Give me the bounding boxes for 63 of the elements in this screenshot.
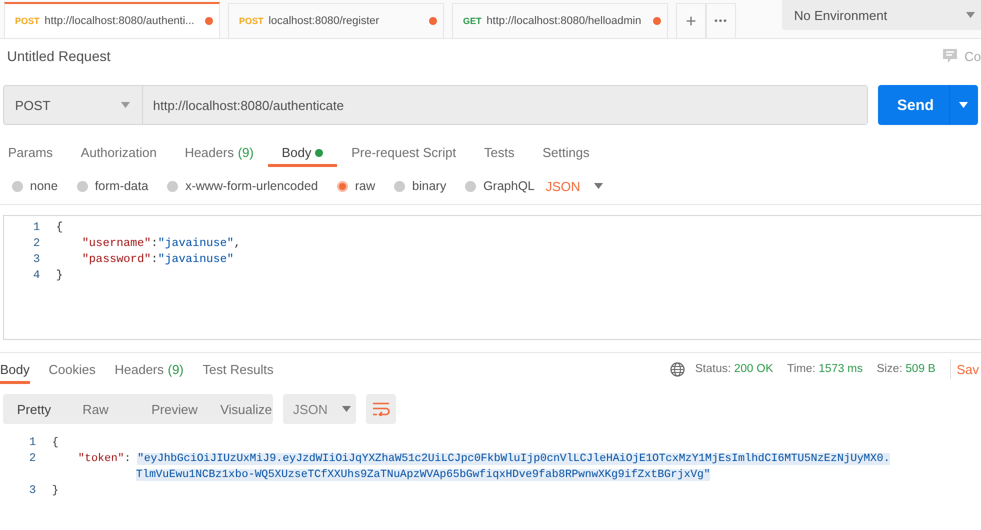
request-tab[interactable]: POST http://localhost:8080/authenti... xyxy=(4,2,220,38)
response-stat: Time: 1573 ms xyxy=(787,363,863,375)
line-number: 2 xyxy=(28,451,36,467)
body-type-radio[interactable]: binary xyxy=(394,179,446,193)
more-tabs-button[interactable]: ••• xyxy=(706,3,736,38)
view-mode-tab[interactable]: Raw xyxy=(66,402,136,416)
environment-dropdown[interactable]: No Environment xyxy=(782,0,981,30)
request-section-tab[interactable]: Body xyxy=(268,137,338,167)
view-mode-tab[interactable]: Visualize xyxy=(204,402,274,416)
comment-icon xyxy=(942,48,958,64)
body-type-radio[interactable]: raw xyxy=(337,179,376,193)
save-response-link[interactable]: Sav xyxy=(956,362,979,376)
line-number: 3 xyxy=(32,252,40,266)
request-section-tab[interactable]: Authorization xyxy=(66,137,171,167)
request-section-tab[interactable]: Params xyxy=(8,137,67,167)
globe-icon xyxy=(670,362,686,376)
response-tab[interactable]: Body xyxy=(0,358,30,384)
wrap-icon xyxy=(372,402,390,416)
line-number: 2 xyxy=(32,236,40,250)
line-number: 4 xyxy=(32,268,40,282)
request-tab[interactable]: POST localhost:8080/register xyxy=(228,3,444,38)
caret-icon xyxy=(959,102,968,108)
line-number: 1 xyxy=(28,435,36,451)
code-line: "password":"javainuse" xyxy=(81,252,234,266)
line-number: 3 xyxy=(28,483,36,499)
format-dropdown[interactable]: JSON xyxy=(546,178,604,194)
body-type-radio[interactable]: none xyxy=(12,179,58,193)
wrap-lines-button[interactable] xyxy=(366,394,396,424)
response-tab[interactable]: Headers (9) xyxy=(114,358,184,384)
body-type-radio[interactable]: GraphQL xyxy=(465,179,535,193)
tab-title: localhost:8080/register xyxy=(268,15,380,27)
caret-icon xyxy=(594,183,604,189)
code-line: } xyxy=(55,268,63,282)
new-tab-button[interactable]: + xyxy=(676,3,706,38)
request-section-tab[interactable]: Settings xyxy=(528,137,604,167)
send-button[interactable]: Send xyxy=(878,85,978,125)
request-section-tab[interactable]: Headers (9) xyxy=(170,137,268,167)
code-line: "token": "eyJhbGciOiJIUzUxMiJ9.eyJzdWIiOiJqYXZhaW51c2UiLCJpc0FkbWluIjp0cnVlLCJleHAiOjE1OTcxMzY1MjEsImlhdCI6MTU5NzEzNjUyMX0. xyxy=(77,452,890,467)
view-mode-tab[interactable]: Pretty xyxy=(3,402,67,416)
response-tab[interactable]: Cookies xyxy=(48,358,96,384)
caret-icon xyxy=(342,406,351,412)
method-label: POST xyxy=(239,16,264,26)
view-mode-tab[interactable]: Preview xyxy=(135,402,204,416)
code-line: "username":"javainuse", xyxy=(81,236,241,250)
body-type-radio[interactable]: x-www-form-urlencoded xyxy=(167,179,318,193)
request-section-tab[interactable]: Tests xyxy=(470,137,528,167)
tab-title: http://localhost:8080/authenti... xyxy=(44,15,196,27)
line-number: 1 xyxy=(32,220,40,234)
method-label: POST xyxy=(15,16,40,26)
method-label: GET xyxy=(463,16,482,26)
code-line: } xyxy=(51,484,59,499)
response-tab[interactable]: Test Results xyxy=(202,358,274,384)
request-section-tab[interactable]: Pre-request Script xyxy=(337,137,470,167)
tab-title: http://localhost:8080/helloadmin xyxy=(486,15,642,27)
body-type-radio[interactable]: form-data xyxy=(76,179,148,193)
response-stat: Status: 200 OK xyxy=(695,363,774,375)
response-stat: Size: 509 B xyxy=(876,363,936,375)
code-line: { xyxy=(55,220,63,234)
response-format-dropdown[interactable]: JSON xyxy=(283,394,356,424)
request-tab[interactable]: GET http://localhost:8080/helloadmin xyxy=(452,3,668,38)
code-line: { xyxy=(51,436,59,451)
request-title: Untitled Request xyxy=(7,48,111,64)
caret-icon xyxy=(966,12,975,18)
